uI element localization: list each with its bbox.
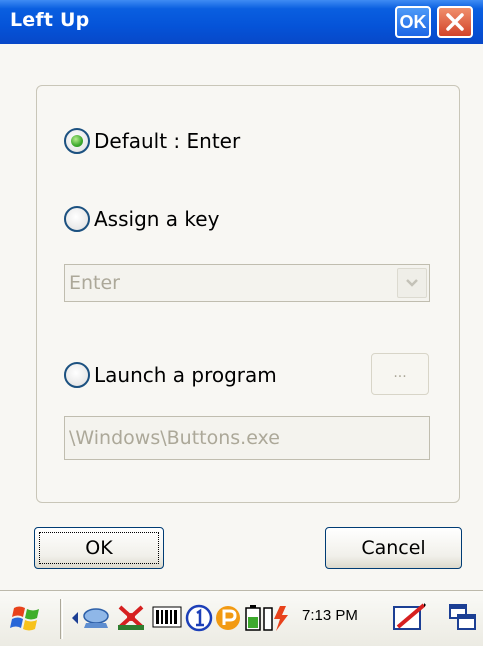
barcode-icon[interactable] [152,603,182,633]
cancel-button[interactable]: Cancel [325,527,462,569]
assign-key-option[interactable]: Assign a key [64,206,219,232]
cancel-button-label: Cancel [361,537,426,559]
title-bar: Left Up OK [0,0,483,44]
program-path-value: \Windows\Buttons.exe [69,427,280,449]
close-button[interactable] [437,6,473,38]
taskbar-separator [60,599,63,639]
bluetooth-icon[interactable] [114,603,148,633]
battery-icon[interactable] [244,603,294,633]
window-title: Left Up [10,9,90,31]
default-option[interactable]: Default : Enter [64,128,240,154]
default-radio[interactable] [64,128,90,154]
key-select-value: Enter [69,272,120,294]
ok-button-label: OK [85,537,113,559]
ok-button[interactable]: OK [34,527,164,569]
key-select[interactable]: Enter [64,264,430,302]
program-path-field[interactable]: \Windows\Buttons.exe [64,416,430,460]
close-icon [446,13,464,31]
p-circle-icon[interactable] [214,603,242,633]
start-icon[interactable] [10,602,44,634]
network-icon[interactable] [80,603,112,633]
launch-program-option[interactable]: Launch a program [64,362,277,388]
browse-button[interactable]: ... [371,353,429,395]
one-circle-icon[interactable] [184,603,214,633]
key-select-dropdown-button[interactable] [397,268,427,298]
assign-key-label: Assign a key [94,207,220,231]
launch-program-radio[interactable] [64,362,90,388]
assign-key-radio[interactable] [64,206,90,232]
launch-program-label: Launch a program [94,363,277,387]
input-panel-icon[interactable] [392,601,428,633]
windows-switcher-icon[interactable] [448,601,478,633]
default-label: Default : Enter [94,129,241,153]
title-ok-button[interactable]: OK [395,6,431,38]
taskbar: 7:13 PM [0,590,483,646]
chevron-down-icon [406,279,418,287]
arrow-left-icon[interactable] [70,603,80,633]
taskbar-clock[interactable]: 7:13 PM [302,607,358,624]
